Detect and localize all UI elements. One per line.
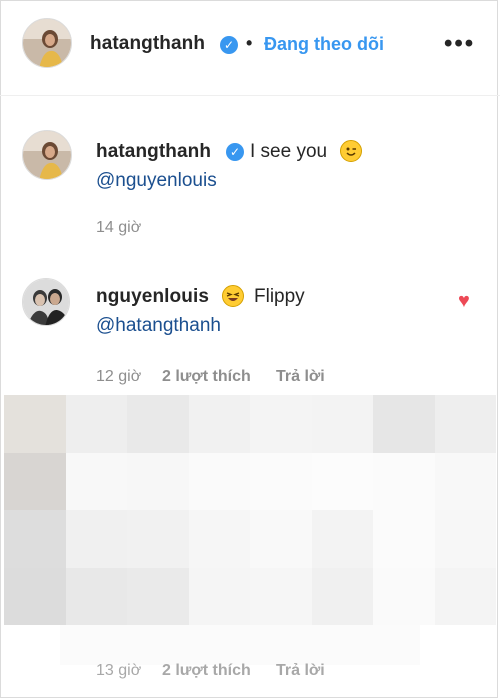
heart-filled-icon[interactable]: ♥ xyxy=(458,291,470,311)
comment-text: I see you xyxy=(250,141,328,162)
more-options-icon[interactable]: ••• xyxy=(444,30,475,58)
reply-button[interactable]: Trả lời xyxy=(276,368,325,386)
comment-username[interactable]: hatangthanh xyxy=(96,141,211,163)
header-separator: • xyxy=(246,33,253,53)
partial-reply-button[interactable]: Trả lời xyxy=(276,662,325,680)
avatar[interactable] xyxy=(22,18,72,68)
partial-timestamp: 13 giờ xyxy=(96,662,142,679)
partial-likes-link[interactable]: 2 lượt thích xyxy=(162,662,251,680)
verified-badge-icon: ✓ xyxy=(226,143,244,161)
comment-timestamp: 12 giờ xyxy=(96,368,142,385)
verified-badge-icon: ✓ xyxy=(220,36,238,54)
comment-text: Flippy xyxy=(254,286,305,307)
header-username[interactable]: hatangthanh xyxy=(90,33,205,55)
comment-username[interactable]: nguyenlouis xyxy=(96,286,209,308)
post-header: hatangthanh ✓ • Đang theo dõi ••• xyxy=(0,0,500,96)
comment-mention-link[interactable]: @hatangthanh xyxy=(96,315,221,337)
winking-face-icon xyxy=(340,140,362,162)
comment-likes-link[interactable]: 2 lượt thích xyxy=(162,368,251,386)
follow-status-button[interactable]: Đang theo dõi xyxy=(264,34,384,55)
comment-mention-link[interactable]: @nguyenlouis xyxy=(96,170,217,192)
avatar[interactable] xyxy=(22,130,72,180)
comment-timestamp: 14 giờ xyxy=(96,219,142,236)
pixelated-content xyxy=(4,395,496,625)
pixelated-strip xyxy=(60,625,420,665)
laughing-face-icon xyxy=(222,285,244,307)
avatar[interactable] xyxy=(22,278,70,326)
